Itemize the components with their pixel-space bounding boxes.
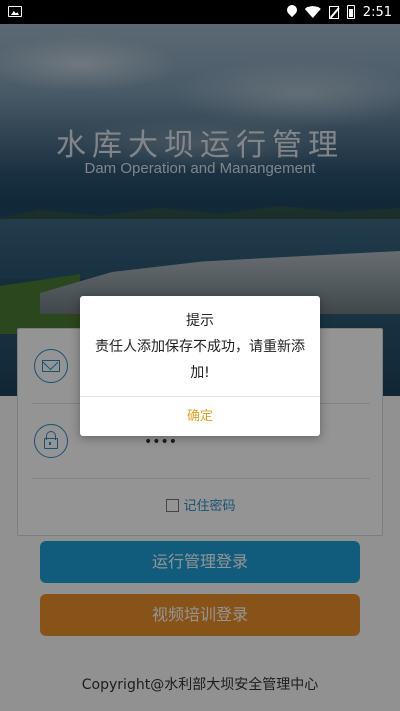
dialog-title: 提示 xyxy=(186,313,214,329)
status-icons: 2:51 xyxy=(287,0,392,24)
image-icon xyxy=(8,6,22,17)
wifi-icon xyxy=(304,6,321,18)
status-bar: 2:51 xyxy=(0,0,400,24)
alert-dialog: 提示 责任人添加保存不成功，请重新添加! 确定 xyxy=(80,296,320,436)
location-icon xyxy=(287,5,297,19)
status-time: 2:51 xyxy=(362,4,392,20)
no-sim-icon xyxy=(328,5,339,19)
dialog-ok-button[interactable]: 确定 xyxy=(80,397,320,436)
battery-icon xyxy=(346,5,355,19)
dialog-message: 责任人添加保存不成功，请重新添加! xyxy=(95,339,305,381)
